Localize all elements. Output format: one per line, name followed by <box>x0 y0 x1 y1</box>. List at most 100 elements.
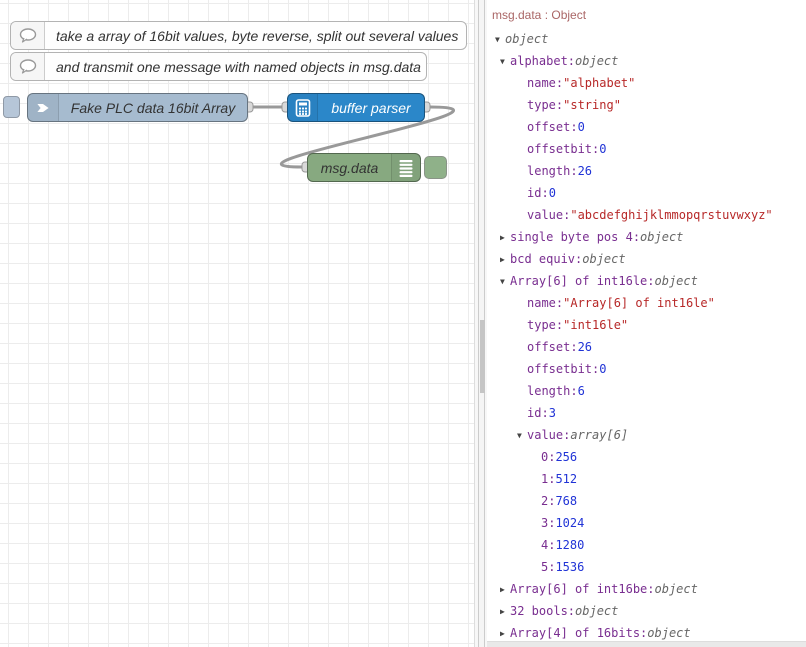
debug-object-key: length: <box>527 164 578 178</box>
debug-tree-row: 2: 768 <box>487 490 806 512</box>
buffer-parser-node-label: buffer parser <box>318 94 424 121</box>
debug-tree-row: ▶32 bools: object <box>487 600 806 622</box>
debug-object-value: "int16le" <box>563 318 628 332</box>
debug-object-key: offsetbit: <box>527 142 599 156</box>
collapse-icon[interactable]: ▼ <box>495 35 505 44</box>
debug-tree-row: id: 3 <box>487 402 806 424</box>
debug-tree-row: value: "abcdefghijklmmopqrstuvwxyz" <box>487 204 806 226</box>
debug-tree-row: type: "int16le" <box>487 314 806 336</box>
flow-canvas[interactable]: take a array of 16bit values, byte rever… <box>0 0 474 647</box>
debug-tree: ▼object▼alphabet: objectname: "alphabet"… <box>487 24 806 644</box>
debug-object-key: single byte pos 4: <box>510 230 640 244</box>
debug-object-value: 1024 <box>555 516 584 530</box>
debug-object-key: type: <box>527 98 563 112</box>
debug-object-key: id: <box>527 406 549 420</box>
debug-object-key: 0: <box>541 450 555 464</box>
debug-object-value: object <box>582 252 625 266</box>
inject-trigger-button[interactable] <box>3 96 20 118</box>
debug-list-icon <box>391 154 420 181</box>
debug-object-key: 3: <box>541 516 555 530</box>
debug-object-key: 4: <box>541 538 555 552</box>
debug-node[interactable]: msg.data <box>307 153 421 182</box>
debug-tree-row: 4: 1280 <box>487 534 806 556</box>
debug-object-value: object <box>505 32 548 46</box>
sidebar-scrollbar-thumb[interactable] <box>480 320 485 393</box>
debug-object-value: 26 <box>578 340 592 354</box>
expand-icon[interactable]: ▶ <box>500 585 510 594</box>
debug-object-value: object <box>575 604 618 618</box>
debug-object-value: 3 <box>549 406 556 420</box>
debug-object-value: object <box>647 626 690 640</box>
debug-tree-row: offset: 0 <box>487 116 806 138</box>
debug-object-key: 5: <box>541 560 555 574</box>
collapse-icon[interactable]: ▼ <box>517 431 527 440</box>
buffer-parser-node[interactable]: buffer parser <box>287 93 425 122</box>
debug-tree-row: 1: 512 <box>487 468 806 490</box>
debug-object-key: Array[4] of 16bits: <box>510 626 647 640</box>
collapse-icon[interactable]: ▼ <box>500 57 510 66</box>
debug-message-path: msg.data : Object <box>487 0 806 24</box>
comment-node-2[interactable]: and transmit one message with named obje… <box>10 52 427 81</box>
debug-object-value: object <box>655 582 698 596</box>
debug-object-value: 6 <box>578 384 585 398</box>
debug-tree-row: offsetbit: 0 <box>487 358 806 380</box>
debug-tree-row: length: 26 <box>487 160 806 182</box>
debug-tree-row: 3: 1024 <box>487 512 806 534</box>
debug-tree-row: ▼value: array[6] <box>487 424 806 446</box>
debug-object-value: 256 <box>555 450 577 464</box>
debug-tree-row: ▼Array[6] of int16le: object <box>487 270 806 292</box>
inject-node[interactable]: Fake PLC data 16bit Array <box>27 93 248 122</box>
expand-icon[interactable]: ▶ <box>500 255 510 264</box>
debug-object-value: 0 <box>549 186 556 200</box>
debug-tree-row: ▼object <box>487 28 806 50</box>
debug-object-key: type: <box>527 318 563 332</box>
debug-object-key: offset: <box>527 120 578 134</box>
debug-tree-row: ▶Array[6] of int16be: object <box>487 578 806 600</box>
sidebar-scrollbar[interactable] <box>478 0 485 647</box>
speech-bubble-icon <box>11 22 45 49</box>
debug-tree-row: type: "string" <box>487 94 806 116</box>
comment-label: and transmit one message with named obje… <box>45 53 426 80</box>
debug-object-key: offset: <box>527 340 578 354</box>
expand-icon[interactable]: ▶ <box>500 629 510 638</box>
debug-object-key: value: <box>527 428 570 442</box>
comment-node-1[interactable]: take a array of 16bit values, byte rever… <box>10 21 467 50</box>
debug-tree-row: name: "Array[6] of int16le" <box>487 292 806 314</box>
sidebar-separator[interactable] <box>474 0 487 647</box>
debug-tree-row: 5: 1536 <box>487 556 806 578</box>
debug-object-value: "abcdefghijklmmopqrstuvwxyz" <box>570 208 772 222</box>
inject-node-label: Fake PLC data 16bit Array <box>59 94 247 121</box>
debug-object-key: id: <box>527 186 549 200</box>
debug-object-value: 1280 <box>555 538 584 552</box>
debug-object-key: alphabet: <box>510 54 575 68</box>
debug-object-value: "Array[6] of int16le" <box>563 296 715 310</box>
debug-tree-row: id: 0 <box>487 182 806 204</box>
debug-tree-row: offsetbit: 0 <box>487 138 806 160</box>
debug-object-value: "alphabet" <box>563 76 635 90</box>
debug-object-key: name: <box>527 296 563 310</box>
debug-object-value: 26 <box>578 164 592 178</box>
speech-bubble-icon <box>11 53 45 80</box>
expand-icon[interactable]: ▶ <box>500 607 510 616</box>
debug-object-value: 512 <box>555 472 577 486</box>
debug-object-value: array[6] <box>570 428 628 442</box>
debug-toggle-button[interactable] <box>424 156 447 179</box>
debug-object-key: 2: <box>541 494 555 508</box>
calculator-icon <box>288 94 318 121</box>
expand-icon[interactable]: ▶ <box>500 233 510 242</box>
debug-tree-row: ▼alphabet: object <box>487 50 806 72</box>
debug-tree-row: 0: 256 <box>487 446 806 468</box>
debug-sidebar: msg.data : Object ▼object▼alphabet: obje… <box>487 0 806 647</box>
node-red-editor: take a array of 16bit values, byte rever… <box>0 0 806 647</box>
debug-tree-row: length: 6 <box>487 380 806 402</box>
debug-object-value: 768 <box>555 494 577 508</box>
debug-tree-row: name: "alphabet" <box>487 72 806 94</box>
collapse-icon[interactable]: ▼ <box>500 277 510 286</box>
debug-object-key: offsetbit: <box>527 362 599 376</box>
debug-object-value: "string" <box>563 98 621 112</box>
debug-object-key: 1: <box>541 472 555 486</box>
debug-object-key: length: <box>527 384 578 398</box>
debug-object-value: 0 <box>578 120 585 134</box>
debug-object-key: 32 bools: <box>510 604 575 618</box>
debug-object-key: name: <box>527 76 563 90</box>
